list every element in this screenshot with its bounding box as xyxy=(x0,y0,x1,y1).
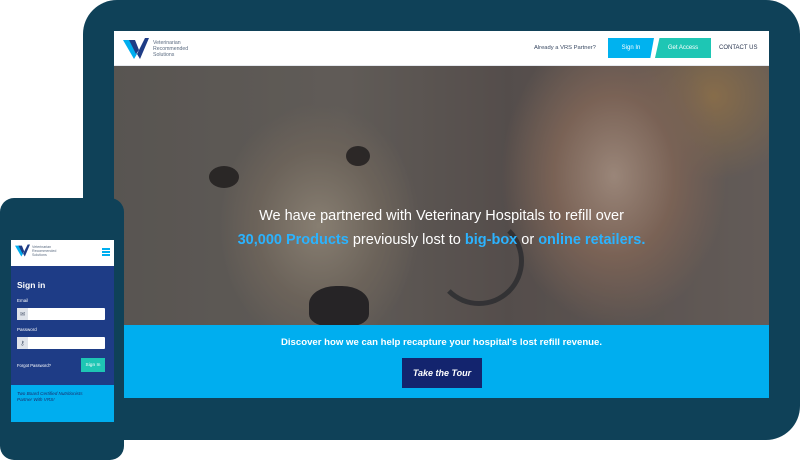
password-label: Password xyxy=(17,327,37,332)
hero-section: We have partnered with Veterinary Hospit… xyxy=(114,66,769,325)
email-field[interactable]: ✉ xyxy=(17,308,105,320)
contact-us-link[interactable]: CONTACT US xyxy=(719,45,757,51)
hero-headline-line2: 30,000 Products previously lost to big-b… xyxy=(114,232,769,248)
vrs-logo-icon xyxy=(15,244,30,257)
sign-in-button[interactable]: Sign In xyxy=(608,38,654,58)
mobile-logo[interactable]: Veterinarian Recommended Solutions xyxy=(15,244,56,257)
envelope-icon: ✉ xyxy=(17,308,28,320)
site-header: Veterinarian Recommended Solutions Alrea… xyxy=(114,31,769,66)
partner-prompt: Already a VRS Partner? xyxy=(534,45,596,51)
vrs-logo-icon xyxy=(123,38,149,59)
tablet-screen: Veterinarian Recommended Solutions Alrea… xyxy=(114,31,769,398)
promo-text[interactable]: Two Board Certified Nutritionists Partne… xyxy=(17,391,97,402)
hero-text: previously lost to xyxy=(348,232,465,248)
key-icon: ⚷ xyxy=(17,337,28,349)
mobile-sign-in-button[interactable]: Sign In xyxy=(81,358,105,372)
hero-overlay xyxy=(114,66,769,325)
logo-line: Solutions xyxy=(32,252,47,257)
cta-band: Discover how we can help recapture your … xyxy=(114,325,769,398)
logo-line: Recommended xyxy=(32,248,57,253)
logo-line: Solutions xyxy=(153,51,175,58)
site-logo[interactable]: Veterinarian Recommended Solutions xyxy=(123,38,205,59)
take-tour-button[interactable]: Take the Tour xyxy=(402,358,482,388)
mobile-header: Veterinarian Recommended Solutions xyxy=(11,240,114,266)
email-label: Email xyxy=(17,298,29,303)
phone-frame: Veterinarian Recommended Solutions Sign … xyxy=(0,198,124,460)
get-access-button[interactable]: Get Access xyxy=(655,38,711,58)
cta-text: Discover how we can help recapture your … xyxy=(280,337,603,348)
hamburger-menu-icon[interactable] xyxy=(102,248,110,256)
logo-wordmark: Veterinarian Recommended Solutions xyxy=(32,245,56,257)
forgot-password-link[interactable]: Forgot Password? xyxy=(17,363,51,368)
mobile-promo-band: Two Board Certified Nutritionists Partne… xyxy=(11,385,114,422)
hero-highlight-online: online retailers. xyxy=(538,232,646,248)
logo-wordmark: Veterinarian Recommended Solutions xyxy=(153,40,205,58)
password-field[interactable]: ⚷ xyxy=(17,337,105,349)
hero-highlight-bigbox: big-box xyxy=(464,232,518,248)
phone-screen: Veterinarian Recommended Solutions Sign … xyxy=(11,240,114,422)
hero-highlight-products: 30,000 Products xyxy=(237,232,349,248)
signin-title: Sign in xyxy=(17,280,46,290)
tablet-frame: Veterinarian Recommended Solutions Alrea… xyxy=(83,0,800,440)
hero-text: or xyxy=(517,232,539,248)
device-mockup-stage: Veterinarian Recommended Solutions Alrea… xyxy=(0,0,800,460)
hero-headline-line1: We have partnered with Veterinary Hospit… xyxy=(259,208,624,224)
